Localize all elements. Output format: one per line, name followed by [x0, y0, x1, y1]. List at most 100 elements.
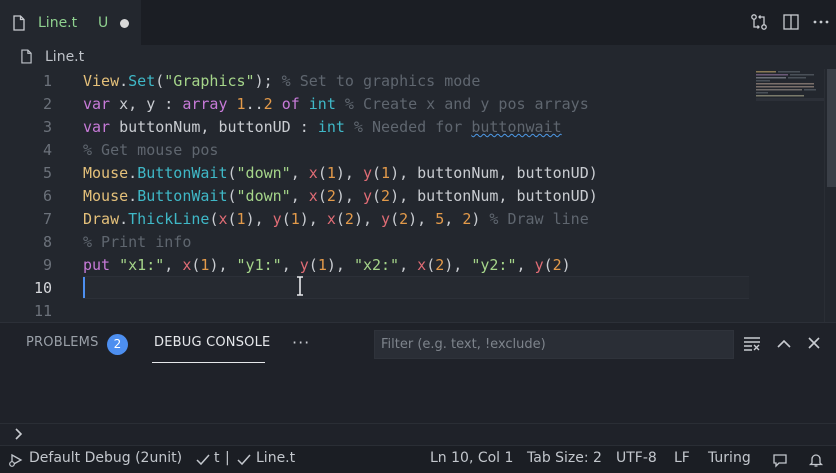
breadcrumb-file[interactable]: Line.t	[45, 49, 84, 65]
code-token: "x1:"	[119, 256, 165, 274]
maximize-panel-icon[interactable]	[775, 336, 793, 352]
code-token: 1	[290, 210, 300, 228]
chevron-right-icon	[15, 428, 23, 440]
code-token: 2	[381, 187, 391, 205]
code-token: )	[561, 256, 571, 274]
code-token: ),	[299, 210, 327, 228]
code-lines[interactable]: View.Set("Graphics"); % Set to graphics …	[83, 69, 753, 322]
code-line[interactable]: Mouse.ButtonWait("down", x(2), y(2), but…	[83, 185, 598, 208]
code-token: 2	[462, 210, 472, 228]
code-token: (	[317, 187, 327, 205]
code-line[interactable]: var x, y : array 1..2 of int % Create x …	[83, 93, 589, 116]
code-token: y	[362, 164, 372, 182]
code-token: 2	[263, 95, 273, 113]
code-token: View	[83, 72, 120, 90]
scrollbar-thumb[interactable]	[827, 69, 836, 187]
code-token: Draw	[83, 210, 120, 228]
unsaved-dot-icon[interactable]	[120, 19, 129, 28]
close-panel-icon[interactable]	[805, 336, 823, 352]
notifications-bell-icon[interactable]	[808, 452, 824, 468]
panel-more-button[interactable]: ···	[292, 333, 310, 352]
encoding[interactable]: UTF-8	[616, 450, 657, 466]
check-icon	[237, 454, 251, 466]
code-token: (	[317, 164, 327, 182]
code-line[interactable]: put "x1:", x(1), "y1:", y(1), "x2:", x(2…	[83, 254, 571, 277]
minimap[interactable]	[756, 69, 824, 322]
code-token: "down"	[236, 164, 291, 182]
file-icon	[13, 15, 25, 31]
code-token: 2	[552, 256, 562, 274]
code-token: (	[155, 72, 165, 90]
code-token: ),	[408, 210, 436, 228]
code-token: y	[534, 256, 544, 274]
code-line[interactable]: % Get mouse pos	[83, 139, 218, 162]
code-token: x	[308, 164, 318, 182]
code-token: int	[308, 95, 336, 113]
code-token: 5	[435, 210, 445, 228]
language-mode[interactable]: Turing	[708, 450, 751, 466]
split-editor-icon[interactable]	[782, 13, 800, 31]
more-actions-icon[interactable]	[812, 13, 830, 31]
code-token: (	[227, 187, 237, 205]
code-token: % Needed for	[344, 118, 472, 136]
line-number: 6	[42, 187, 52, 205]
code-token: % Draw line	[480, 210, 589, 228]
code-token: x, y :	[110, 95, 183, 113]
active-tab-indicator	[152, 362, 265, 363]
code-token: 1	[236, 95, 246, 113]
tab-size[interactable]: Tab Size: 2	[527, 450, 602, 466]
code-token: x	[417, 256, 427, 274]
open-changes-icon[interactable]	[750, 13, 768, 31]
code-token: ButtonWait	[137, 164, 228, 182]
code-token: Set	[128, 72, 156, 90]
clear-console-icon[interactable]	[743, 336, 761, 352]
code-token: "y1:"	[236, 256, 282, 274]
tab-debug-console[interactable]: DEBUG CONSOLE	[154, 335, 270, 350]
filter-input[interactable]	[375, 331, 733, 358]
end-of-line[interactable]: LF	[674, 450, 690, 466]
filter-box[interactable]	[374, 330, 734, 359]
editor-scrollbar[interactable]	[824, 69, 836, 322]
code-token: .	[128, 187, 138, 205]
code-token: int	[317, 118, 345, 136]
code-token: x	[326, 210, 336, 228]
untracked-badge: U	[98, 15, 109, 31]
code-token: x	[308, 187, 318, 205]
line-number: 3	[42, 118, 52, 136]
editor-tab-line-t[interactable]: Line.t U	[0, 0, 141, 45]
code-token: (	[281, 210, 291, 228]
code-line[interactable]: View.Set("Graphics"); % Set to graphics …	[83, 70, 480, 93]
debug-config-label[interactable]: Default Debug (2unit)	[29, 450, 182, 466]
tab-label: Line.t	[38, 15, 78, 31]
code-line[interactable]: Mouse.ButtonWait("down", x(1), y(1), but…	[83, 162, 598, 185]
code-token: "down"	[236, 187, 291, 205]
status-bar: Default Debug (2unit) t | Line.t Ln 10, …	[0, 445, 836, 473]
line-number: 10	[33, 279, 52, 297]
line-number: 1	[42, 72, 52, 90]
ibeam-cursor-icon	[297, 276, 303, 296]
feedback-icon[interactable]	[772, 452, 788, 468]
status-check-t[interactable]: t	[214, 450, 220, 466]
code-token: of	[281, 95, 300, 113]
code-token: % Print info	[83, 233, 192, 251]
code-token: ),	[335, 187, 363, 205]
code-token: 1	[326, 164, 336, 182]
code-token: ,	[516, 256, 535, 274]
tab-problems[interactable]: PROBLEMS	[26, 335, 99, 350]
line-number: 8	[42, 233, 52, 251]
code-token: % Get mouse pos	[83, 141, 219, 159]
debug-icon[interactable]	[8, 452, 24, 468]
code-editor[interactable]: 1 2 3 4 5 6 7 8 9 10 11 View.Set("Graphics"); % Se…	[0, 69, 836, 322]
code-token: (	[426, 256, 436, 274]
code-token: array	[182, 95, 228, 113]
code-token: y	[272, 210, 282, 228]
repl-input-row[interactable]	[0, 423, 836, 445]
code-line[interactable]: % Print info	[83, 231, 191, 254]
code-token: y	[362, 187, 372, 205]
code-line[interactable]: Draw.ThickLine(x(1), y(1), x(2), y(2), 5…	[83, 208, 589, 231]
code-line[interactable]: var buttonNum, buttonUD : int % Needed f…	[83, 116, 562, 139]
cursor-position[interactable]: Ln 10, Col 1	[430, 450, 513, 466]
status-check-file[interactable]: Line.t	[256, 450, 295, 466]
tab-bar: Line.t U	[0, 0, 836, 45]
